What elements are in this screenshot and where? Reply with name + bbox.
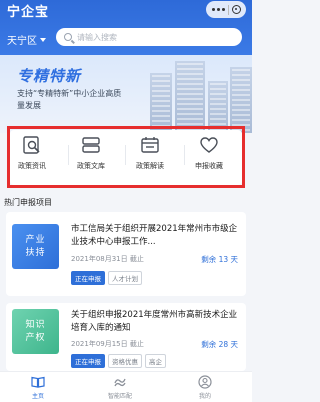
tab-label: 主页	[31, 393, 44, 400]
thumbnail-text: 产权	[25, 332, 46, 343]
close-mini-program-icon[interactable]	[231, 5, 241, 14]
search-input[interactable]: 请输入搜索	[56, 28, 242, 46]
match-icon	[114, 378, 126, 387]
district-label: 天宁区	[7, 36, 37, 47]
project-deadline: 2021年09月15日 截止	[71, 339, 144, 349]
search-icon	[64, 33, 72, 41]
project-thumbnail: 产业 扶持	[12, 224, 59, 269]
tab-home[interactable]: 主页	[13, 375, 63, 400]
header: 宁企宝 天宁区 请输入搜索	[0, 0, 252, 55]
tag-badge: 高企	[145, 354, 166, 368]
deadline-date: 2021年09月15日	[71, 340, 128, 348]
thumbnail-text: 产业	[25, 234, 46, 245]
building-illustration	[230, 67, 252, 133]
user-icon	[198, 375, 212, 389]
capsule-divider	[227, 4, 229, 15]
project-deadline: 2021年08月31日 截止	[71, 254, 144, 264]
tab-label: 智能匹配	[107, 393, 132, 400]
book-icon	[31, 376, 45, 388]
banner-title: 专精特新	[17, 67, 82, 85]
days-remaining: 剩余 13 天	[201, 255, 238, 264]
project-card[interactable]: 产业 扶持 市工信局关于组织开展2021年常州市市级企业技术中心申报工作... …	[6, 212, 246, 296]
days-remaining: 剩余 28 天	[201, 340, 238, 349]
district-selector[interactable]: 天宁区	[7, 32, 46, 47]
project-tags: 正在申报 资格优惠 高企	[71, 354, 166, 368]
section-title: 热门申报项目	[4, 198, 52, 207]
deadline-label: 截止	[129, 255, 144, 263]
app-title: 宁企宝	[7, 5, 50, 20]
banner-subtitle: 支持“专精特新”中小企业高质量发展	[17, 89, 122, 110]
project-tags: 正在申报 人才计划	[71, 271, 142, 285]
tab-smart-match[interactable]: 智能匹配	[95, 375, 145, 400]
tag-badge: 资格优惠	[108, 354, 142, 368]
quick-links-highlight-box	[7, 126, 245, 188]
thumbnail-text: 知识	[25, 319, 46, 330]
mini-program-capsule[interactable]	[206, 1, 246, 18]
more-icon[interactable]	[211, 8, 225, 11]
chevron-down-icon	[40, 37, 46, 42]
status-badge: 正在申报	[71, 271, 105, 285]
project-thumbnail: 知识 产权	[12, 309, 59, 354]
search-placeholder: 请输入搜索	[77, 32, 117, 42]
promo-banner[interactable]: 专精特新 支持“专精特新”中小企业高质量发展	[0, 55, 252, 133]
project-title: 关于组织申报2021年度常州市高新技术企业培育入库的通知	[71, 310, 238, 333]
status-badge: 正在申报	[71, 354, 105, 368]
thumbnail-text: 扶持	[25, 247, 46, 258]
building-illustration	[175, 61, 205, 133]
tag-badge: 人才计划	[108, 271, 142, 285]
deadline-label: 截止	[129, 340, 144, 348]
tab-label: 我的	[198, 393, 211, 400]
deadline-date: 2021年08月31日	[71, 255, 128, 263]
building-illustration	[150, 73, 172, 133]
tab-profile[interactable]: 我的	[180, 375, 230, 400]
project-title: 市工信局关于组织开展2021年常州市市级企业技术中心申报工作...	[71, 224, 238, 247]
project-card[interactable]: 知识 产权 关于组织申报2021年度常州市高新技术企业培育入库的通知 2021年…	[6, 303, 246, 371]
bottom-tab-bar: 主页 智能匹配 我的	[0, 371, 252, 402]
